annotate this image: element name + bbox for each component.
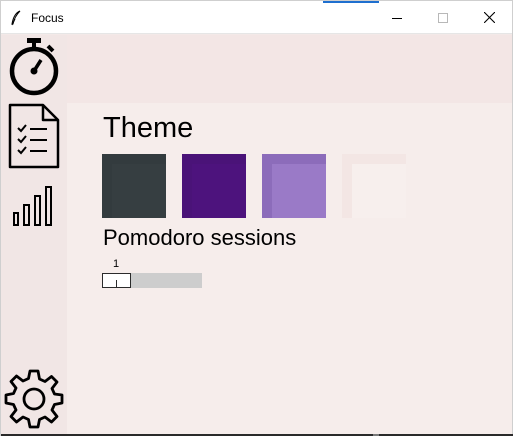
theme-swatch-dark[interactable] (102, 154, 166, 218)
taskbar-accent (323, 1, 379, 3)
bar-chart-icon (13, 186, 52, 226)
window-title: Focus (31, 11, 64, 25)
theme-swatch-light-inner (352, 164, 406, 218)
theme-swatch-light[interactable] (342, 154, 406, 218)
title-bar[interactable]: Focus (1, 1, 512, 34)
theme-swatch-lavender-inner (272, 164, 326, 218)
slider-handle[interactable] (102, 273, 131, 288)
theme-swatch-purple[interactable] (182, 154, 246, 218)
sidebar-item-tasks[interactable] (7, 103, 61, 169)
maximize-icon (438, 12, 448, 23)
close-button[interactable] (466, 1, 512, 34)
minimize-icon (392, 17, 402, 19)
minimize-button[interactable] (374, 1, 420, 34)
slider-grip (116, 280, 117, 287)
gear-icon (4, 369, 64, 429)
theme-swatch-lavender[interactable] (262, 154, 326, 218)
pomodoro-sessions-heading: Pomodoro sessions (103, 225, 297, 250)
sidebar-item-settings[interactable] (3, 368, 65, 430)
settings-panel (67, 103, 512, 436)
theme-swatch-dark-inner (112, 164, 166, 218)
pomodoro-sessions-value: 1 (113, 258, 120, 270)
theme-heading: Theme (103, 112, 194, 144)
stopwatch-icon (9, 38, 59, 96)
maximize-button[interactable] (420, 1, 466, 34)
checklist-document-icon (8, 103, 60, 169)
pomodoro-sessions-slider[interactable] (102, 273, 202, 288)
sidebar-item-statistics[interactable] (7, 183, 61, 229)
feather-icon (11, 10, 21, 26)
app-window: Focus Theme Pomodoro sessions 1 (0, 0, 513, 436)
theme-swatch-purple-inner (192, 164, 246, 218)
header-area (67, 35, 512, 103)
close-icon (483, 12, 495, 23)
sidebar-item-timer[interactable] (7, 38, 61, 96)
